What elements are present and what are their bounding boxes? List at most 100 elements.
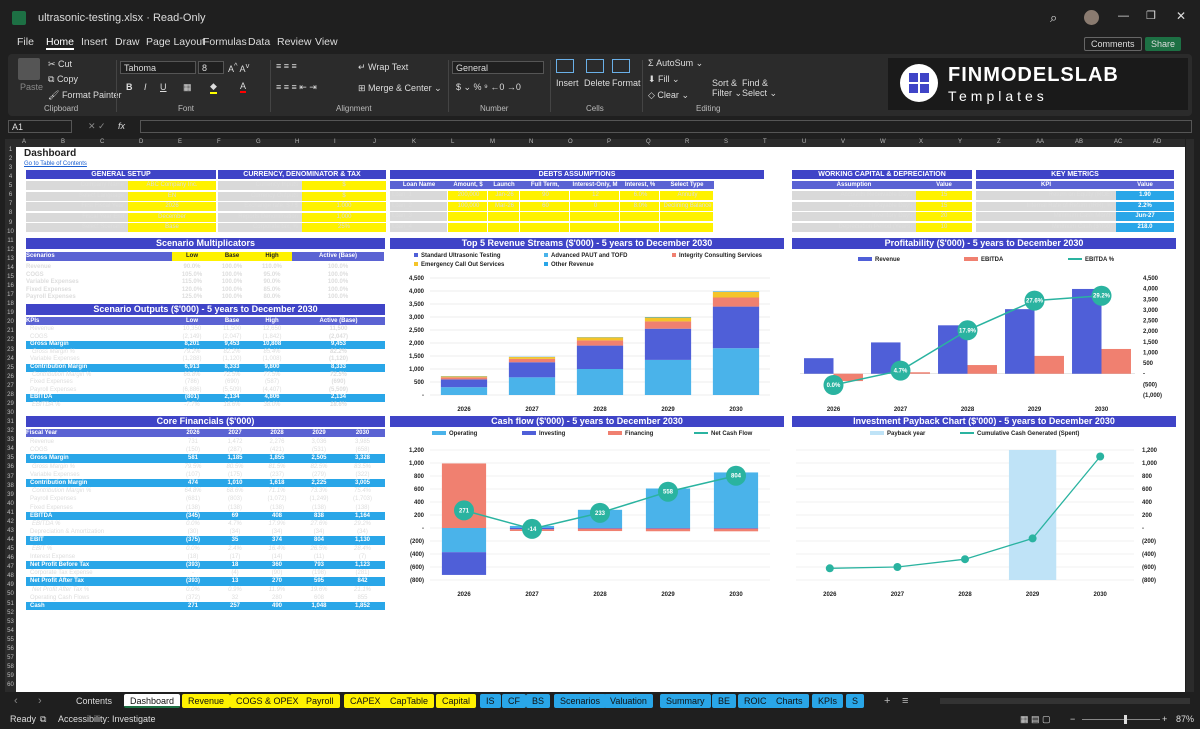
cashflow-bar — [713, 528, 759, 532]
tab-contents[interactable]: Contents — [70, 694, 119, 708]
tab-cf[interactable]: CF — [502, 694, 526, 708]
revenue-bar — [644, 328, 692, 360]
zoom-slider-thumb[interactable] — [1124, 715, 1127, 724]
tab-revenue[interactable]: Revenue — [182, 694, 231, 708]
payback-y-tick: - — [1142, 526, 1144, 532]
profitability-bar — [967, 365, 997, 374]
tab-valuation[interactable]: Valuation — [604, 694, 653, 708]
revenue-y-tick: 4,500 — [409, 276, 425, 282]
revenue-y-tick: 2,000 — [409, 341, 425, 347]
cashflow-bar — [441, 552, 487, 575]
revenue-bar — [576, 345, 624, 369]
tab-charts[interactable]: Charts — [770, 694, 809, 708]
ebitda-pct-label: 0.0% — [827, 383, 841, 389]
tab-roic[interactable]: ROIC — [738, 694, 773, 708]
revenue-bar — [508, 377, 556, 395]
revenue-bar — [508, 357, 556, 359]
payback-y-tick: 800 — [1142, 474, 1153, 480]
tab-kpis[interactable]: KPIs — [812, 694, 844, 708]
view-icons[interactable]: ▦ ▤ ▢ — [1020, 714, 1051, 725]
profitability-bar — [1005, 309, 1035, 374]
net-cash-flow-label: 271 — [459, 508, 470, 514]
cashflow-x-tick: 2027 — [525, 592, 539, 598]
profitability-y-tick: 2,500 — [1143, 319, 1159, 325]
all-sheets-icon[interactable]: ≡ — [902, 695, 908, 707]
revenue-y-tick: 2,500 — [409, 328, 425, 334]
cashflow-bar — [713, 528, 759, 529]
cashflow-y-tick: 1,200 — [409, 448, 425, 454]
cashflow-y-tick: 400 — [414, 500, 425, 506]
profitability-x-tick: 2028 — [961, 407, 975, 413]
revenue-bar — [440, 377, 488, 380]
cashflow-bar — [645, 528, 691, 532]
payback-y-tick: (400) — [1142, 552, 1156, 558]
payback-x-tick: 2026 — [823, 592, 837, 598]
cashflow-y-tick: - — [422, 526, 424, 532]
revenue-bar — [644, 359, 692, 395]
add-sheet-icon[interactable]: + — [884, 695, 890, 707]
ebitda-pct-label: 4.7% — [894, 369, 908, 375]
revenue-bar — [644, 317, 692, 322]
revenue-x-tick: 2029 — [661, 407, 675, 413]
payback-year-bar — [1008, 450, 1057, 580]
revenue-bar — [712, 306, 760, 349]
revenue-bar — [440, 387, 488, 395]
tab-capex[interactable]: CAPEX — [344, 694, 387, 708]
tab-capital[interactable]: Capital — [436, 694, 477, 708]
horizontal-scrollbar[interactable] — [940, 698, 1190, 704]
net-cash-flow-label: 804 — [731, 474, 742, 480]
cashflow-y-tick: (200) — [410, 539, 424, 545]
revenue-bar — [712, 348, 760, 395]
cashflow-bar — [577, 528, 623, 529]
revenue-bar — [712, 291, 760, 298]
charts-layer: - 500 1,000 1,500 2,000 2,500 3,000 3,500 4,000 4… — [409, 276, 1162, 598]
status-ready: Ready — [10, 714, 37, 724]
tab-cogs-opex[interactable]: COGS & OPEX — [230, 694, 305, 708]
tab-prev-icon[interactable]: ‹ — [14, 695, 18, 707]
zoom-slider[interactable] — [1082, 719, 1160, 720]
tab-dashboard[interactable]: Dashboard — [124, 694, 181, 708]
profitability-y-tick: 500 — [1143, 361, 1154, 367]
cashflow-bar — [645, 528, 691, 529]
tab-is[interactable]: IS — [480, 694, 501, 708]
accessibility-status[interactable]: Accessibility: Investigate — [58, 714, 156, 724]
ebitda-pct-label: 29.2% — [1093, 294, 1111, 300]
revenue-y-tick: 3,500 — [409, 302, 425, 308]
accessibility-icon[interactable]: ⧉ — [40, 714, 46, 725]
revenue-bar — [508, 362, 556, 378]
tab-s[interactable]: S — [846, 694, 865, 708]
revenue-bar — [576, 337, 624, 341]
payback-x-tick: 2028 — [958, 592, 972, 598]
cashflow-y-tick: 600 — [414, 487, 425, 493]
zoom-in-icon[interactable]: + — [1162, 714, 1167, 724]
payback-x-tick: 2030 — [1094, 592, 1108, 598]
tab-summary[interactable]: Summary — [660, 694, 711, 708]
cashflow-x-tick: 2030 — [729, 592, 743, 598]
net-cash-flow-label: -14 — [528, 527, 537, 533]
tab-scenarios[interactable]: Scenarios — [554, 694, 607, 708]
revenue-bar — [712, 297, 760, 307]
zoom-out-icon[interactable]: − — [1070, 714, 1075, 724]
profitability-bar — [804, 358, 834, 374]
revenue-x-tick: 2028 — [593, 407, 607, 413]
cumulative-cash-marker — [893, 563, 902, 571]
tab-captable[interactable]: CapTable — [384, 694, 435, 708]
profitability-y-tick: 2,000 — [1143, 329, 1159, 335]
profitability-y-tick: (1,000) — [1143, 393, 1162, 399]
tab-bs[interactable]: BS — [526, 694, 551, 708]
tab-payroll[interactable]: Payroll — [300, 694, 340, 708]
ebitda-pct-label: 17.9% — [959, 328, 977, 334]
profitability-x-tick: 2027 — [894, 407, 908, 413]
cumulative-cash-marker — [961, 555, 969, 564]
net-cash-flow-label: 558 — [663, 490, 674, 496]
revenue-bar — [576, 340, 624, 346]
profitability-bar — [1101, 348, 1131, 374]
revenue-bar — [644, 317, 692, 318]
payback-y-tick: (200) — [1142, 539, 1156, 545]
payback-x-tick: 2027 — [891, 592, 905, 598]
tab-next-icon[interactable]: › — [38, 695, 42, 707]
revenue-y-tick: 500 — [414, 380, 425, 386]
tab-be[interactable]: BE — [712, 694, 737, 708]
payback-y-tick: 1,200 — [1142, 448, 1158, 454]
cashflow-x-tick: 2029 — [661, 592, 675, 598]
